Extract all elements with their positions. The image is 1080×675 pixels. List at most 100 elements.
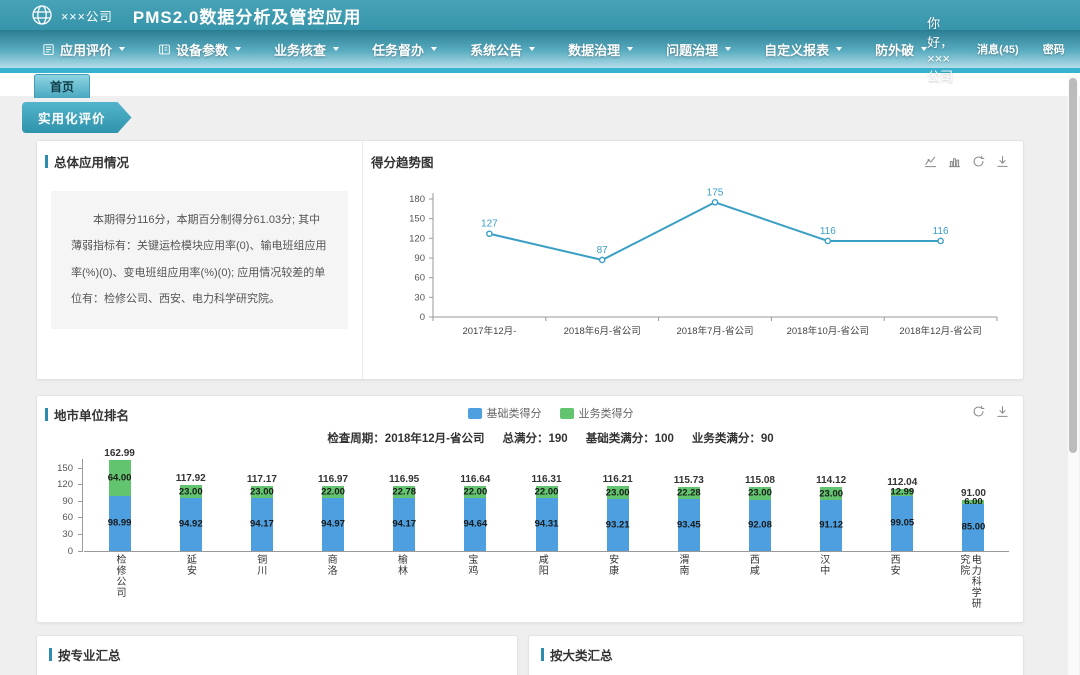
user-area: 你好，×××公司 消息(45) 密码 退出: [927, 13, 1080, 85]
password-link[interactable]: 密码: [1043, 41, 1065, 57]
bar-x-label: 汉中: [788, 554, 858, 618]
nav-item-device-params[interactable]: 设备参数: [158, 40, 241, 59]
nav-item-task-supervision[interactable]: 任务督办: [372, 40, 437, 59]
chevron-down-icon: [119, 47, 125, 51]
nav-item-business-check[interactable]: 业务核查: [274, 40, 339, 59]
bar-x-label: 电力科学研究院: [929, 554, 1010, 618]
bar-column: 116.9522.7894.17: [369, 474, 440, 551]
svg-text:116: 116: [820, 226, 836, 237]
svg-text:2017年12月-: 2017年12月-: [462, 325, 516, 337]
nav-item-app-evaluation[interactable]: 应用评价: [42, 40, 125, 59]
download-icon[interactable]: [996, 155, 1009, 168]
chevron-down-icon: [333, 47, 339, 51]
svg-text:60: 60: [414, 273, 425, 284]
tab-bar: 首页: [0, 73, 1080, 96]
main-content: 实用化评价 总体应用情况 本期得分116分，本期百分制得分61.03分; 其中薄…: [0, 96, 1080, 675]
overview-title: 总体应用情况: [37, 152, 362, 171]
trend-title: 得分趋势图: [371, 152, 434, 171]
nav-item-issue-governance[interactable]: 问题治理: [666, 40, 731, 59]
ranking-stats: 检查周期：2018年12月-省公司总满分：190基础类满分：100业务类满分：9…: [129, 430, 972, 446]
bar-x-label: 咸阳: [506, 554, 576, 618]
chevron-down-icon: [431, 47, 437, 51]
section-badge: 实用化评价: [22, 102, 132, 133]
overview-text: 本期得分116分，本期百分制得分61.03分; 其中薄弱指标有：关键运检模块应用…: [51, 191, 348, 329]
svg-text:175: 175: [707, 187, 724, 198]
svg-text:0: 0: [420, 312, 425, 323]
trend-toolbar: [924, 155, 1009, 168]
vertical-scrollbar[interactable]: [1068, 75, 1079, 675]
nav-item-system-notice[interactable]: 系统公告: [470, 40, 535, 59]
download-icon[interactable]: [996, 405, 1009, 418]
category-title: 按大类汇总: [541, 645, 1011, 664]
title-accent-bar: [49, 648, 52, 661]
ranking-toolbar: [972, 405, 1009, 418]
overview-section: 总体应用情况 本期得分116分，本期百分制得分61.03分; 其中薄弱指标有：关…: [37, 141, 363, 379]
category-stats: 总满分：190基础类满分：60业务类满分：90系统类满分：0: [541, 664, 926, 675]
refresh-icon[interactable]: [972, 405, 985, 418]
nav-item-data-governance[interactable]: 数据治理: [568, 40, 633, 59]
svg-text:30: 30: [414, 292, 425, 303]
title-accent-bar: [541, 648, 544, 661]
bar-column: 114.1223.0091.12: [796, 475, 867, 550]
bar-column: 91.006.0085.00: [938, 488, 1009, 550]
legend-color-chip: [560, 408, 574, 419]
bar-column: 112.0412.9999.05: [867, 477, 938, 551]
bar-column: 116.2123.0093.21: [582, 474, 653, 550]
bar-x-label: 西咸: [717, 554, 787, 618]
chevron-down-icon: [725, 47, 731, 51]
main-nav: 应用评价 设备参数 业务核查 任务督办 系统公告 数据治理 问题治理 自定义报表…: [0, 30, 1080, 68]
bar-chart-x-labels: 检修公司延安铜川商洛榆林宝鸡咸阳安康渭南西咸汉中西安电力科学研究院: [84, 554, 1009, 618]
title-accent-bar: [45, 408, 48, 421]
bar-x-label: 商洛: [295, 554, 365, 618]
bar-column: 115.0823.0092.08: [724, 475, 795, 551]
app-title: PMS2.0数据分析及管控应用: [133, 3, 361, 28]
nav-menu: 应用评价 设备参数 业务核查 任务督办 系统公告 数据治理 问题治理 自定义报表…: [42, 40, 927, 59]
bar-column: 116.6422.0094.64: [440, 474, 511, 551]
svg-text:180: 180: [409, 194, 425, 205]
svg-text:87: 87: [597, 245, 609, 256]
line-chart-icon[interactable]: [924, 155, 937, 168]
legend-item[interactable]: 基础类得分: [468, 405, 542, 421]
svg-text:2018年7月-省公司: 2018年7月-省公司: [676, 325, 753, 337]
svg-text:150: 150: [409, 214, 425, 225]
chevron-down-icon: [627, 47, 633, 51]
score-trend-line-chart: 0 30 60 90 120 150 180 127 87 175 116 116 2017年12月- 2…: [369, 181, 1017, 357]
svg-text:127: 127: [481, 219, 498, 230]
svg-text:116: 116: [933, 226, 949, 237]
svg-text:120: 120: [409, 233, 425, 244]
globe-icon: [30, 3, 54, 27]
bar-column: 117.9223.0094.92: [155, 473, 226, 550]
legend-item[interactable]: 业务类得分: [560, 405, 634, 421]
chevron-down-icon: [235, 47, 241, 51]
bar-x-label: 延安: [154, 554, 224, 618]
ranking-title: 地市单位排名: [45, 405, 129, 424]
bar-x-label: 安康: [577, 554, 647, 618]
refresh-icon[interactable]: [972, 155, 985, 168]
specialty-stats: 总满分：190输电满分：41变电满分：51配电满分：54其他满分：44: [49, 664, 420, 675]
tab-home[interactable]: 首页: [34, 74, 90, 98]
form-icon: [42, 43, 55, 56]
messages-link[interactable]: 消息(45): [977, 41, 1019, 57]
bottom-panel-row: 按专业汇总 总满分：190输电满分：41变电满分：51配电满分：54其他满分：4…: [36, 635, 1024, 675]
bar-chart-y-axis: 0306090120150: [49, 459, 83, 552]
city-ranking-panel: 地市单位排名 基础类得分 业务类得分 检查周期：2018年12月-省公司总满分：1…: [36, 395, 1024, 623]
bar-column: 116.3122.0094.31: [511, 474, 582, 550]
bar-chart-icon[interactable]: [948, 155, 961, 168]
chart-legend: 基础类得分 业务类得分: [468, 405, 634, 421]
company-name: ×××公司: [61, 6, 113, 25]
bar-x-label: 铜川: [225, 554, 295, 618]
bar-column: 116.9722.0094.97: [297, 474, 368, 551]
title-accent-bar: [45, 155, 48, 168]
nav-item-custom-report[interactable]: 自定义报表: [764, 40, 842, 59]
chevron-down-icon: [836, 47, 842, 51]
bar-x-label: 检修公司: [84, 554, 154, 618]
chevron-down-icon: [529, 47, 535, 51]
bar-chart-plot: 162.9964.0098.99117.9223.0094.92117.1723…: [84, 448, 1009, 552]
bar-x-label: 榆林: [366, 554, 436, 618]
category-summary-panel: 按大类汇总 总满分：190基础类满分：60业务类满分：90系统类满分：0: [528, 635, 1024, 675]
nav-item-external-damage-prevention[interactable]: 防外破: [875, 40, 927, 59]
scrollbar-thumb[interactable]: [1069, 78, 1077, 453]
trend-section: 得分趋势图 0 30 60 90 120 150 180 127 87 175 116 116 2017…: [363, 141, 1023, 379]
svg-text:90: 90: [414, 253, 425, 264]
bar-column: 162.9964.0098.99: [84, 448, 155, 550]
